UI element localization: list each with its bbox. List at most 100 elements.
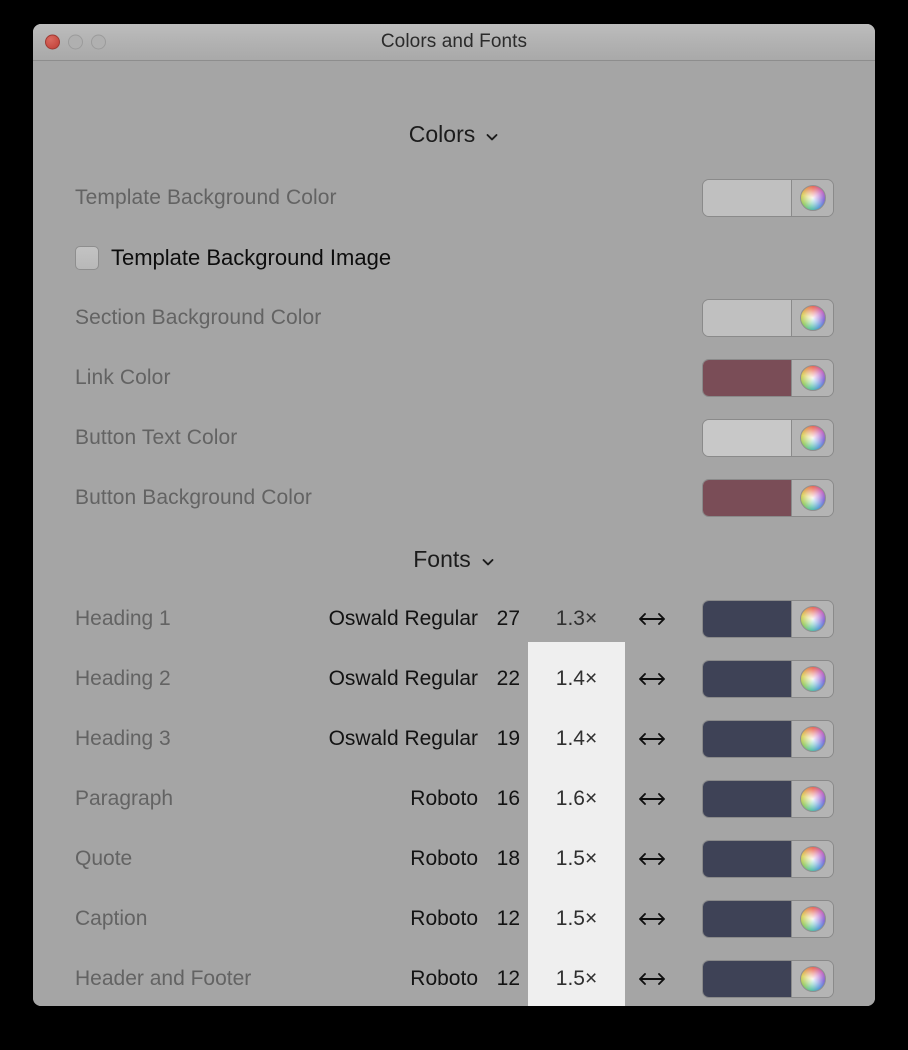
font-size-value[interactable]: 27 — [488, 607, 520, 631]
label-template-background-image: Template Background Image — [111, 245, 392, 270]
minimize-button-icon[interactable] — [68, 34, 83, 50]
color-well-section-background-color[interactable] — [702, 299, 834, 337]
label-button-background-color: Button Background Color — [75, 486, 312, 509]
color-well-button-text-color[interactable] — [702, 419, 834, 457]
colors-and-fonts-window: Colors and Fonts Colors Template Backgro… — [33, 24, 875, 1006]
color-swatch[interactable] — [703, 841, 792, 877]
chevron-down-icon[interactable] — [481, 555, 495, 569]
horizontal-resize-icon[interactable] — [625, 791, 679, 807]
row-template-background-image[interactable]: Template Background Image — [33, 228, 875, 288]
font-family-value[interactable]: Roboto — [233, 967, 478, 991]
horizontal-resize-icon[interactable] — [625, 671, 679, 687]
color-swatch[interactable] — [703, 180, 792, 216]
color-well-paragraph[interactable] — [702, 780, 834, 818]
font-size-value[interactable]: 19 — [488, 727, 520, 751]
color-swatch[interactable] — [703, 300, 792, 336]
line-height-value[interactable]: 1.5× — [528, 907, 625, 931]
font-style-label: Heading 1 — [75, 607, 171, 630]
color-well-template-background-color[interactable] — [702, 179, 834, 217]
font-family-value[interactable]: Oswald Regular — [233, 607, 478, 631]
color-wheel-icon — [799, 906, 826, 932]
color-wheel-button[interactable] — [792, 360, 833, 396]
color-swatch[interactable] — [703, 480, 792, 516]
color-wheel-button[interactable] — [792, 601, 833, 637]
color-wheel-icon — [799, 966, 826, 992]
color-wheel-icon — [799, 846, 826, 872]
font-style-label: Quote — [75, 847, 133, 870]
row-template-background-color: Template Background Color — [33, 168, 875, 228]
colors-section-header[interactable]: Colors — [33, 121, 875, 148]
font-family-value[interactable]: Oswald Regular — [233, 727, 478, 751]
color-well-heading-2[interactable] — [702, 660, 834, 698]
color-swatch[interactable] — [703, 360, 792, 396]
color-swatch[interactable] — [703, 661, 792, 697]
font-family-value[interactable]: Roboto — [233, 907, 478, 931]
fonts-section-header[interactable]: Fonts — [33, 546, 875, 573]
font-row-paragraph: Paragraph Roboto 16 1.6× — [33, 769, 875, 829]
horizontal-resize-icon[interactable] — [625, 971, 679, 987]
screen: Colors and Fonts Colors Template Backgro… — [0, 0, 908, 1050]
color-well-heading-1[interactable] — [702, 600, 834, 638]
row-section-background-color: Section Background Color — [33, 288, 875, 348]
color-wheel-icon — [799, 485, 826, 511]
color-swatch[interactable] — [703, 781, 792, 817]
window-titlebar[interactable]: Colors and Fonts — [33, 24, 875, 61]
color-well-button-background-color[interactable] — [702, 479, 834, 517]
color-wheel-button[interactable] — [792, 300, 833, 336]
label-template-background-color: Template Background Color — [75, 186, 337, 209]
line-height-value[interactable]: 1.6× — [528, 787, 625, 811]
color-well-quote[interactable] — [702, 840, 834, 878]
font-size-value[interactable]: 12 — [488, 967, 520, 991]
color-wheel-button[interactable] — [792, 420, 833, 456]
window-controls — [45, 34, 106, 50]
zoom-button-icon[interactable] — [91, 34, 106, 50]
font-size-value[interactable]: 18 — [488, 847, 520, 871]
font-row-caption: Caption Roboto 12 1.5× — [33, 889, 875, 949]
color-swatch[interactable] — [703, 420, 792, 456]
color-swatch[interactable] — [703, 961, 792, 997]
horizontal-resize-icon[interactable] — [625, 611, 679, 627]
close-button-icon[interactable] — [45, 34, 60, 50]
color-wheel-button[interactable] — [792, 961, 833, 997]
font-size-value[interactable]: 22 — [488, 667, 520, 691]
fonts-rows: Heading 1 Oswald Regular 27 1.3× Heading… — [33, 589, 875, 1006]
font-family-value[interactable]: Roboto — [233, 847, 478, 871]
checkbox-template-background-image[interactable] — [75, 246, 99, 270]
line-height-value[interactable]: 1.5× — [528, 847, 625, 871]
font-size-value[interactable]: 16 — [488, 787, 520, 811]
color-wheel-button[interactable] — [792, 661, 833, 697]
window-title: Colors and Fonts — [380, 31, 528, 52]
horizontal-resize-icon[interactable] — [625, 851, 679, 867]
label-section-background-color: Section Background Color — [75, 306, 322, 329]
color-wheel-icon — [799, 606, 826, 632]
color-wheel-button[interactable] — [792, 841, 833, 877]
line-height-value[interactable]: 1.4× — [528, 727, 625, 751]
font-style-label: Caption — [75, 907, 148, 930]
color-well-caption[interactable] — [702, 900, 834, 938]
line-height-value[interactable]: 1.3× — [528, 607, 625, 631]
horizontal-resize-icon[interactable] — [625, 911, 679, 927]
color-wheel-icon — [799, 786, 826, 812]
color-wheel-button[interactable] — [792, 180, 833, 216]
font-row-heading-1: Heading 1 Oswald Regular 27 1.3× — [33, 589, 875, 649]
color-wheel-button[interactable] — [792, 480, 833, 516]
color-swatch[interactable] — [703, 901, 792, 937]
font-row-heading-3: Heading 3 Oswald Regular 19 1.4× — [33, 709, 875, 769]
color-swatch[interactable] — [703, 721, 792, 757]
line-height-value[interactable]: 1.5× — [528, 967, 625, 991]
color-wheel-button[interactable] — [792, 781, 833, 817]
font-row-header-and-footer: Header and Footer Roboto 12 1.5× — [33, 949, 875, 1006]
horizontal-resize-icon[interactable] — [625, 731, 679, 747]
font-size-value[interactable]: 12 — [488, 907, 520, 931]
font-style-label: Heading 3 — [75, 727, 171, 750]
color-well-heading-3[interactable] — [702, 720, 834, 758]
color-wheel-button[interactable] — [792, 721, 833, 757]
font-family-value[interactable]: Roboto — [233, 787, 478, 811]
color-swatch[interactable] — [703, 601, 792, 637]
chevron-down-icon[interactable] — [485, 130, 499, 144]
color-well-header-and-footer[interactable] — [702, 960, 834, 998]
color-wheel-button[interactable] — [792, 901, 833, 937]
line-height-value[interactable]: 1.4× — [528, 667, 625, 691]
color-well-link-color[interactable] — [702, 359, 834, 397]
font-family-value[interactable]: Oswald Regular — [233, 667, 478, 691]
